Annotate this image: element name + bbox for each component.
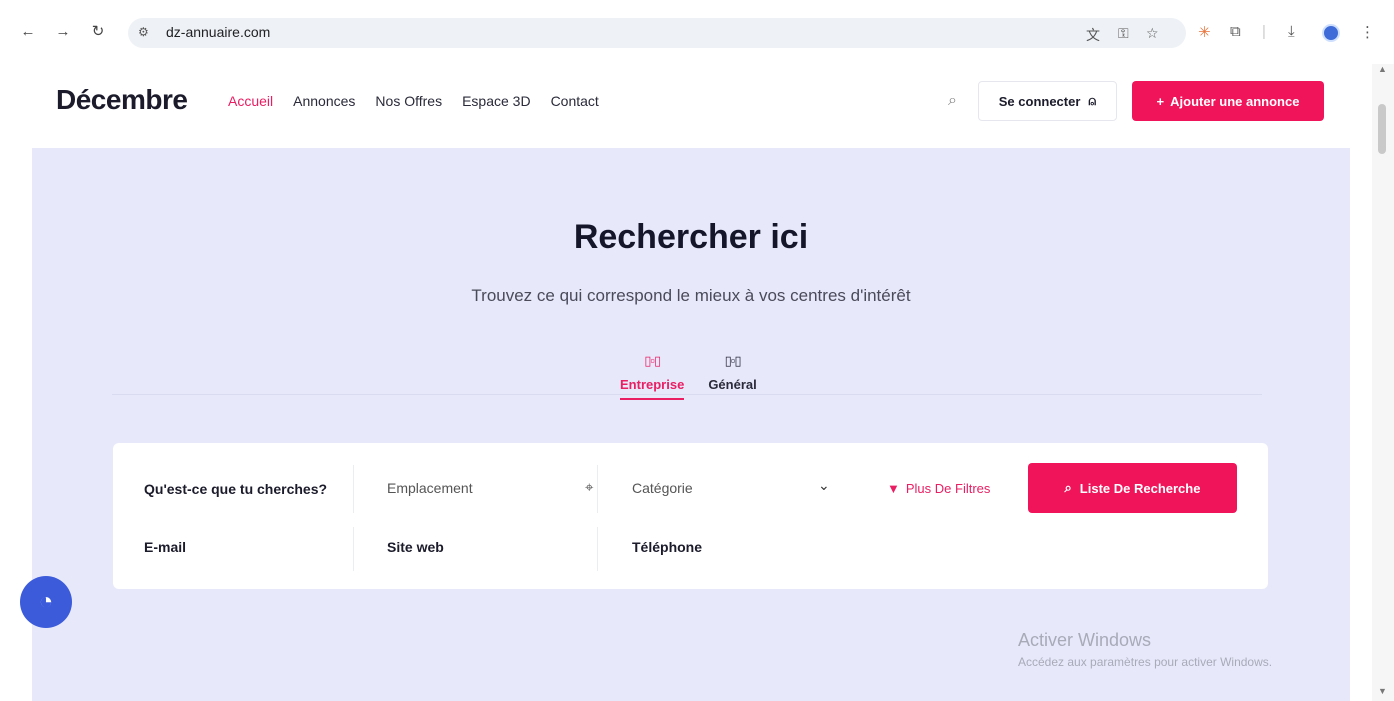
toolbar-divider: | (1262, 23, 1266, 40)
password-key-icon[interactable]: ⚿ (1118, 25, 1129, 42)
page-scrollbar[interactable]: ▲ ▼ (1372, 64, 1394, 701)
search-icon: ⌕ (1064, 480, 1072, 495)
search-hero: Rechercher ici Trouvez ce qui correspond… (32, 148, 1350, 701)
building-icon: ▯▫▯ (724, 353, 742, 368)
web-page: Décembre Accueil Annonces Nos Offres Esp… (0, 64, 1372, 701)
nav-accueil[interactable]: Accueil (228, 93, 273, 109)
chevron-down-icon[interactable]: ⌄ (818, 477, 830, 494)
browser-toolbar: ← → ↻ ⚙ dz-annuaire.com 文 ⚿ ☆ ✳ ⧉ | ⤓ ⋮ (0, 0, 1394, 64)
search-button-label: Liste De Recherche (1079, 480, 1201, 496)
translate-icon[interactable]: 文 (1086, 25, 1100, 45)
search-tabs: ▯▫▯ Entreprise ▯▫▯ Général (620, 353, 757, 400)
login-label: Se connecter (998, 93, 1081, 109)
back-arrow-icon[interactable]: ← (18, 22, 38, 42)
site-settings-icon[interactable]: ⚙ (138, 25, 149, 39)
building-icon: ▯▫▯ (644, 353, 661, 368)
field-divider (353, 527, 354, 571)
nav-annonces[interactable]: Annonces (293, 93, 355, 109)
cookie-icon: ◔ (38, 588, 54, 615)
category-select[interactable]: Catégorie (632, 480, 693, 496)
download-icon[interactable]: ⤓ (1288, 23, 1295, 40)
phone-field[interactable]: Téléphone (632, 539, 702, 555)
site-header: Décembre Accueil Annonces Nos Offres Esp… (0, 64, 1372, 148)
location-field[interactable]: Emplacement (387, 480, 473, 496)
tab-general[interactable]: ▯▫▯ Général (708, 353, 756, 400)
tab-general-label: Général (708, 377, 757, 392)
profile-avatar-icon[interactable] (1322, 24, 1340, 42)
nav-nos-offres[interactable]: Nos Offres (375, 93, 442, 109)
plus-icon: + (1156, 93, 1165, 109)
forward-arrow-icon[interactable]: → (53, 22, 73, 42)
field-divider (597, 465, 598, 513)
user-icon: ⍝ (1088, 93, 1097, 108)
nav-espace-3d[interactable]: Espace 3D (462, 93, 530, 109)
tabs-divider (112, 394, 1262, 395)
hero-title: Rechercher ici (573, 218, 809, 256)
scroll-thumb[interactable] (1378, 104, 1386, 154)
field-divider (597, 527, 598, 571)
add-listing-button[interactable]: + Ajouter une annonce (1132, 81, 1324, 121)
site-logo[interactable]: Décembre (56, 84, 188, 116)
more-filters-link[interactable]: ▼ Plus De Filtres (887, 481, 990, 496)
url-text[interactable]: dz-annuaire.com (166, 24, 270, 40)
extensions-puzzle-icon[interactable]: ⧉ (1230, 23, 1241, 40)
main-nav: Accueil Annonces Nos Offres Espace 3D Co… (228, 93, 599, 109)
hero-subtitle: Trouvez ce qui correspond le mieux à vos… (471, 286, 911, 305)
field-divider (353, 465, 354, 513)
menu-kebab-icon[interactable]: ⋮ (1360, 23, 1375, 41)
add-listing-label: Ajouter une annonce (1170, 93, 1300, 109)
tab-entreprise-label: Entreprise (620, 377, 685, 392)
scroll-down-arrow-icon[interactable]: ▼ (1378, 686, 1387, 696)
tab-entreprise[interactable]: ▯▫▯ Entreprise (620, 353, 685, 400)
search-button[interactable]: ⌕ Liste De Recherche (1028, 463, 1237, 513)
more-filters-label: Plus De Filtres (905, 481, 991, 496)
crosshair-icon[interactable]: ⌖ (585, 479, 593, 496)
cookie-settings-button[interactable]: ◔ (20, 576, 72, 628)
watermark-text: Accédez aux paramètres pour activer Wind… (1018, 655, 1273, 669)
login-button[interactable]: Se connecter ⍝ (978, 81, 1117, 121)
website-field[interactable]: Site web (387, 539, 444, 555)
scroll-up-arrow-icon[interactable]: ▲ (1378, 64, 1387, 74)
filter-funnel-icon: ▼ (887, 481, 900, 496)
address-bar[interactable]: ⚙ dz-annuaire.com 文 ⚿ ☆ (128, 18, 1186, 48)
email-field[interactable]: E-mail (144, 539, 186, 555)
what-field[interactable]: Qu'est-ce que tu cherches? (144, 481, 327, 497)
watermark-title: Activer Windows (1018, 630, 1152, 650)
windows-activation-watermark: Activer Windows Accédez aux paramètres p… (1018, 630, 1272, 669)
bookmark-star-icon[interactable]: ☆ (1146, 25, 1159, 42)
extension-sparkle-icon[interactable]: ✳ (1198, 23, 1211, 41)
reload-icon[interactable]: ↻ (88, 22, 108, 42)
search-icon[interactable]: ⌕ (948, 92, 957, 110)
search-form: Qu'est-ce que tu cherches? Emplacement ⌖… (113, 443, 1268, 589)
nav-contact[interactable]: Contact (551, 93, 599, 109)
